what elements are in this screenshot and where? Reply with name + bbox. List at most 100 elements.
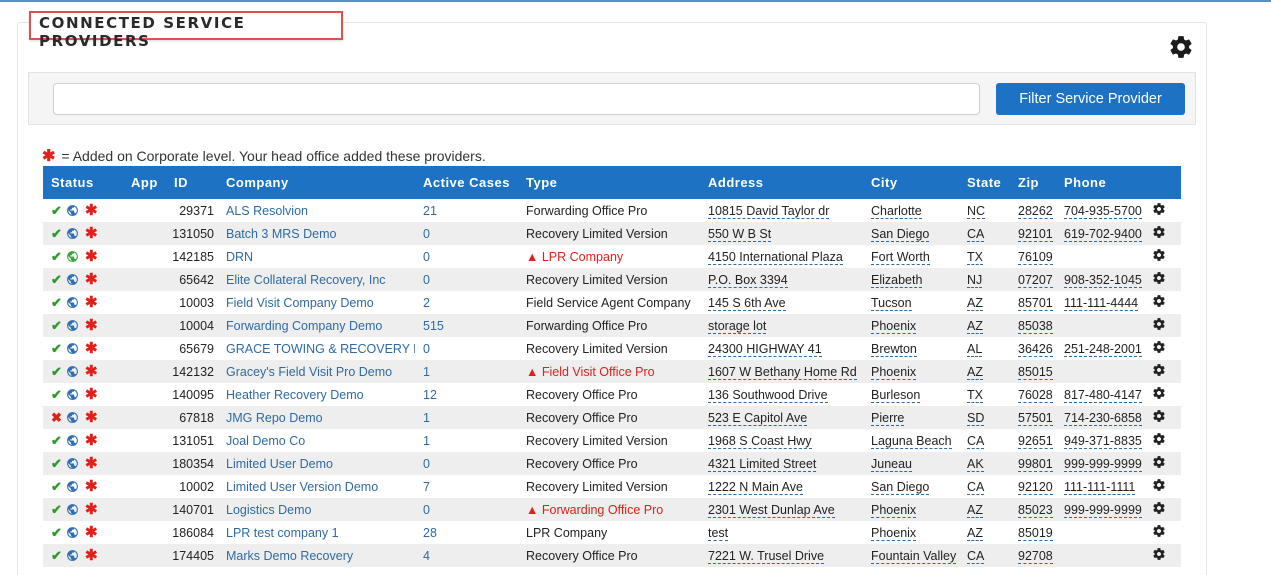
phone-text[interactable]: 999-999-9999 <box>1064 456 1142 472</box>
row-gear-icon[interactable] <box>1152 317 1166 331</box>
address-text[interactable]: 1968 S Coast Hwy <box>708 433 812 449</box>
phone-text[interactable]: 704-935-5700 <box>1064 203 1142 219</box>
row-gear-icon[interactable] <box>1152 524 1166 538</box>
row-gear-icon[interactable] <box>1152 478 1166 492</box>
row-gear-icon[interactable] <box>1152 248 1166 262</box>
row-gear-icon[interactable] <box>1152 432 1166 446</box>
active-cases-link[interactable]: 2 <box>423 296 430 310</box>
address-text[interactable]: storage lot <box>708 318 767 334</box>
city-text[interactable]: Phoenix <box>871 502 917 518</box>
row-gear-icon[interactable] <box>1152 547 1166 561</box>
company-link[interactable]: Logistics Demo <box>226 503 311 517</box>
active-cases-link[interactable]: 7 <box>423 480 430 494</box>
company-link[interactable]: Limited User Demo <box>226 457 333 471</box>
address-text[interactable]: 136 Southwood Drive <box>708 387 828 403</box>
active-cases-link[interactable]: 1 <box>423 411 430 425</box>
city-text[interactable]: Phoenix <box>871 364 917 380</box>
row-gear-icon[interactable] <box>1152 340 1166 354</box>
table-row[interactable]: ✔ ✱ 10004 Forwarding Company Demo 515 Forward… <box>43 314 1181 337</box>
active-cases-link[interactable]: 1 <box>423 434 430 448</box>
table-row[interactable]: ✔ ✱ 180354 Limited User Demo 0 Recovery Offic… <box>43 452 1181 475</box>
company-link[interactable]: GRACE TOWING & RECOVERY LLC <box>226 342 415 356</box>
row-gear-icon[interactable] <box>1152 386 1166 400</box>
globe-icon[interactable] <box>66 319 79 332</box>
table-row[interactable]: ✔ ✱ 65642 Elite Collateral Recovery, Inc 0 Re… <box>43 268 1181 291</box>
header-active-cases[interactable]: Active Cases <box>415 166 518 199</box>
header-type[interactable]: Type <box>518 166 700 199</box>
state-text[interactable]: AL <box>967 341 983 357</box>
active-cases-link[interactable]: 21 <box>423 204 437 218</box>
phone-text[interactable]: 949-371-8835 <box>1064 433 1142 449</box>
city-text[interactable]: San Diego <box>871 226 930 242</box>
city-text[interactable]: Phoenix <box>871 318 917 334</box>
city-text[interactable]: Fort Worth <box>871 249 930 265</box>
phone-text[interactable]: 714-230-6858 <box>1064 410 1142 426</box>
row-gear-icon[interactable] <box>1152 294 1166 308</box>
company-link[interactable]: ALS Resolvion <box>226 204 308 218</box>
table-row[interactable]: ✔ ✱ 174405 Marks Demo Recovery 4 Recovery Off… <box>43 544 1181 567</box>
state-text[interactable]: SD <box>967 410 985 426</box>
state-text[interactable]: CA <box>967 548 985 564</box>
address-text[interactable]: P.O. Box 3394 <box>708 272 788 288</box>
state-text[interactable]: TX <box>967 249 983 265</box>
header-address[interactable]: Address <box>700 166 863 199</box>
active-cases-link[interactable]: 0 <box>423 342 430 356</box>
zip-text[interactable]: 85015 <box>1018 364 1053 380</box>
state-text[interactable]: CA <box>967 226 985 242</box>
phone-text[interactable]: 908-352-1045 <box>1064 272 1142 288</box>
globe-icon[interactable] <box>66 549 79 562</box>
filter-input[interactable] <box>53 83 980 115</box>
zip-text[interactable]: 57501 <box>1018 410 1053 426</box>
zip-text[interactable]: 85038 <box>1018 318 1053 334</box>
state-text[interactable]: AK <box>967 456 984 472</box>
table-row[interactable]: ✔ ✱ 131051 Joal Demo Co 1 Recovery Limited Ve… <box>43 429 1181 452</box>
city-text[interactable]: Elizabeth <box>871 272 923 288</box>
zip-text[interactable]: 76028 <box>1018 387 1053 403</box>
header-phone[interactable]: Phone <box>1056 166 1144 199</box>
address-text[interactable]: 550 W B St <box>708 226 772 242</box>
zip-text[interactable]: 99801 <box>1018 456 1053 472</box>
address-text[interactable]: 523 E Capitol Ave <box>708 410 808 426</box>
state-text[interactable]: AZ <box>967 525 983 541</box>
globe-icon[interactable] <box>66 365 79 378</box>
table-row[interactable]: ✔ ✱ 142185 DRN 0 ▲ LPR Company 4150 Internatio… <box>43 245 1181 268</box>
header-id[interactable]: ID <box>166 166 218 199</box>
company-link[interactable]: Marks Demo Recovery <box>226 549 353 563</box>
table-row[interactable]: ✔ ✱ 10002 Limited User Version Demo 7 Recover… <box>43 475 1181 498</box>
row-gear-icon[interactable] <box>1152 501 1166 515</box>
globe-icon[interactable] <box>66 250 79 263</box>
phone-text[interactable]: 817-480-4147 <box>1064 387 1142 403</box>
gear-icon[interactable] <box>1168 34 1194 60</box>
city-text[interactable]: Phoenix <box>871 525 917 541</box>
address-text[interactable]: 24300 HIGHWAY 41 <box>708 341 822 357</box>
company-link[interactable]: Elite Collateral Recovery, Inc <box>226 273 386 287</box>
active-cases-link[interactable]: 0 <box>423 273 430 287</box>
address-text[interactable]: test <box>708 525 729 541</box>
active-cases-link[interactable]: 0 <box>423 457 430 471</box>
city-text[interactable]: Pierre <box>871 410 905 426</box>
phone-text[interactable]: 251-248-2001 <box>1064 341 1142 357</box>
globe-icon[interactable] <box>66 526 79 539</box>
address-text[interactable]: 7221 W. Trusel Drive <box>708 548 825 564</box>
company-link[interactable]: JMG Repo Demo <box>226 411 323 425</box>
table-row[interactable]: ✔ ✱ 140701 Logistics Demo 0 ▲ Forwarding Offi… <box>43 498 1181 521</box>
globe-icon[interactable] <box>66 503 79 516</box>
company-link[interactable]: Gracey's Field Visit Pro Demo <box>226 365 392 379</box>
table-row[interactable]: ✔ ✱ 10003 Field Visit Company Demo 2 Field Se… <box>43 291 1181 314</box>
state-text[interactable]: AZ <box>967 318 983 334</box>
company-link[interactable]: Field Visit Company Demo <box>226 296 374 310</box>
header-zip[interactable]: Zip <box>1010 166 1056 199</box>
city-text[interactable]: Brewton <box>871 341 917 357</box>
table-row[interactable]: ✔ ✱ 186084 LPR test company 1 28 LPR Company t… <box>43 521 1181 544</box>
header-state[interactable]: State <box>959 166 1010 199</box>
globe-icon[interactable] <box>66 227 79 240</box>
header-company[interactable]: Company <box>218 166 415 199</box>
zip-text[interactable]: 28262 <box>1018 203 1053 219</box>
zip-text[interactable]: 85023 <box>1018 502 1053 518</box>
city-text[interactable]: Burleson <box>871 387 921 403</box>
city-text[interactable]: Charlotte <box>871 203 922 219</box>
company-link[interactable]: Forwarding Company Demo <box>226 319 382 333</box>
globe-icon[interactable] <box>66 296 79 309</box>
zip-text[interactable]: 07207 <box>1018 272 1053 288</box>
filter-service-provider-button[interactable]: Filter Service Provider <box>996 83 1185 115</box>
